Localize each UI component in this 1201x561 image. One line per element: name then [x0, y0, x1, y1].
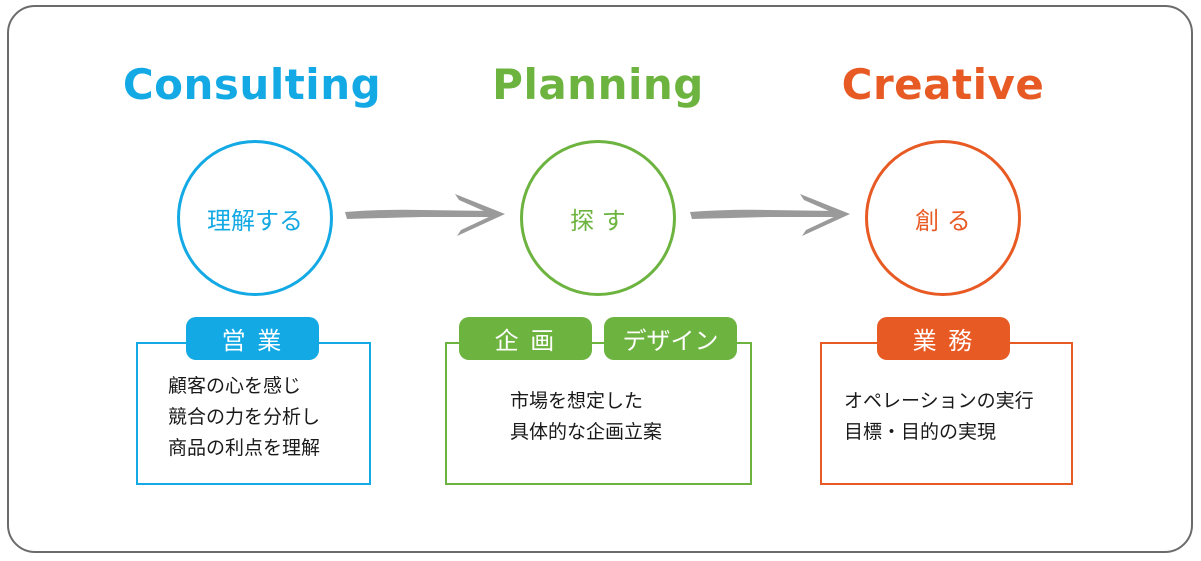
tag-sales: 営 業	[186, 317, 319, 360]
description-box-planning: 市場を想定した 具体的な企画立案	[445, 342, 752, 485]
arrow-right-icon	[345, 194, 505, 236]
circle-label-consulting: 理解する	[207, 206, 303, 235]
description-box-creative: オペレーションの実行 目標・目的の実現	[820, 342, 1073, 485]
tag-design: デザイン	[604, 317, 737, 360]
description-line: 目標・目的の実現	[844, 421, 997, 443]
description-creative: オペレーションの実行 目標・目的の実現	[822, 386, 1071, 448]
description-line: 商品の利点を理解	[168, 437, 321, 459]
description-line: オペレーションの実行	[844, 390, 1034, 412]
description-line: 競合の力を分析し	[168, 406, 321, 428]
arrow-shaft	[345, 209, 493, 219]
arrow-shaft	[690, 209, 838, 219]
stage-circle-consulting: 理解する	[177, 140, 333, 296]
stage-title-consulting: Consulting	[122, 60, 382, 109]
description-planning: 市場を想定した 具体的な企画立案	[447, 386, 750, 448]
tag-operations: 業 務	[877, 317, 1010, 360]
arrow-right-icon	[690, 194, 850, 236]
tag-planning: 企 画	[459, 317, 592, 360]
description-line: 具体的な企画立案	[510, 421, 663, 443]
stage-title-planning: Planning	[492, 60, 704, 109]
description-line: 市場を想定した	[510, 390, 644, 412]
description-box-consulting: 顧客の心を感じ 競合の力を分析し 商品の利点を理解	[136, 342, 371, 485]
stage-title-creative: Creative	[841, 60, 1045, 109]
circle-label-creative: 創 る	[915, 206, 971, 235]
stage-circle-planning: 探 す	[520, 140, 676, 296]
description-line: 顧客の心を感じ	[168, 375, 302, 397]
circle-label-planning: 探 す	[570, 206, 626, 235]
description-consulting: 顧客の心を感じ 競合の力を分析し 商品の利点を理解	[138, 371, 369, 464]
stage-circle-creative: 創 る	[865, 140, 1021, 296]
